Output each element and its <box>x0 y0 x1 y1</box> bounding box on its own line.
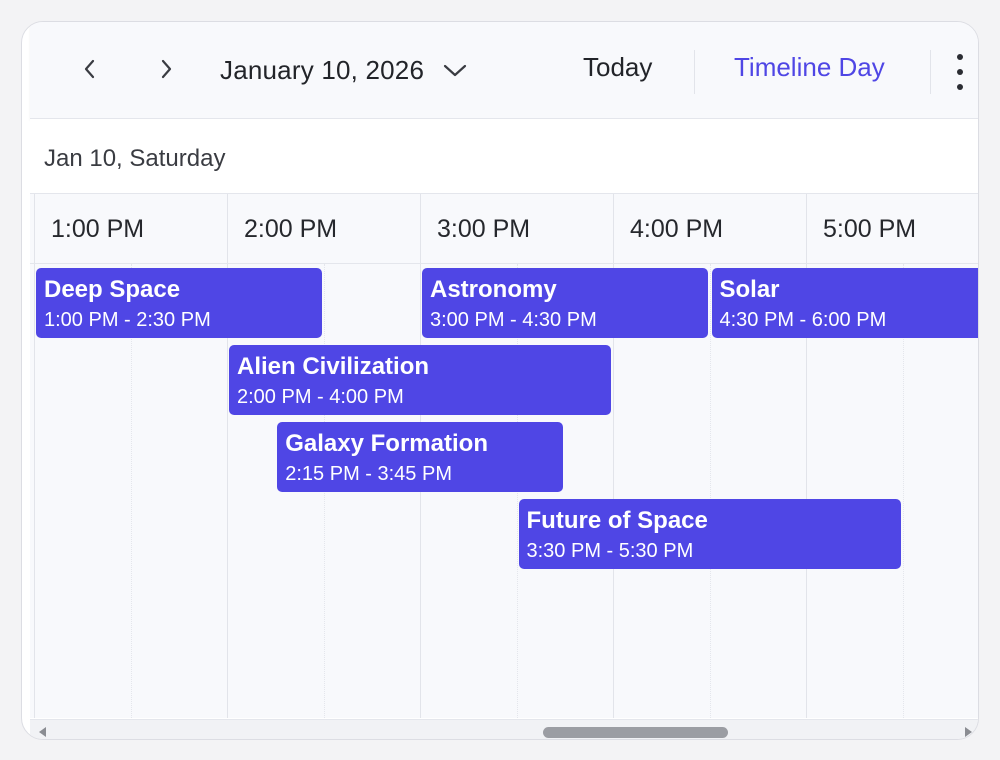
time-slot-header-cell: 1:00 PM <box>34 194 227 263</box>
today-button[interactable]: Today <box>583 52 652 83</box>
event-title: Deep Space <box>44 276 181 303</box>
toolbar-divider <box>930 50 931 94</box>
day-header: Jan 10, Saturday <box>30 119 978 194</box>
event-time: 3:30 PM - 5:30 PM <box>526 540 694 562</box>
day-label: Jan 10, Saturday <box>44 145 226 172</box>
time-slot-label: 1:00 PM <box>51 215 145 243</box>
horizontal-scrollbar[interactable] <box>30 719 978 739</box>
previous-button[interactable] <box>72 51 108 87</box>
date-range-dropdown[interactable]: January 10, 2026 <box>220 48 468 92</box>
event-title: Future of Space <box>526 507 708 534</box>
event-card[interactable]: Deep Space 1:00 PM - 2:30 PM <box>36 268 322 338</box>
time-slot-label: 5:00 PM <box>823 215 917 243</box>
event-title: Galaxy Formation <box>285 430 488 457</box>
scrollbar-thumb[interactable] <box>543 727 728 738</box>
event-card[interactable]: Astronomy 3:00 PM - 4:30 PM <box>422 268 708 338</box>
chevron-down-icon <box>442 62 468 78</box>
time-slot-label: 4:00 PM <box>630 215 724 243</box>
event-time: 2:15 PM - 3:45 PM <box>285 463 452 485</box>
event-time: 3:00 PM - 4:30 PM <box>430 309 597 331</box>
more-options-button[interactable] <box>953 54 967 90</box>
timeline-grid[interactable]: Deep Space 1:00 PM - 2:30 PM Astronomy 3:00… <box>30 264 978 718</box>
event-time: 2:00 PM - 4:00 PM <box>237 386 404 408</box>
scroll-right-icon[interactable] <box>965 727 972 737</box>
time-slot-label: 2:00 PM <box>244 215 338 243</box>
chevron-left-icon <box>84 59 95 79</box>
more-vertical-icon <box>957 54 963 60</box>
event-card[interactable]: Future of Space 3:30 PM - 5:30 PM <box>518 499 901 569</box>
event-time: 4:30 PM - 6:00 PM <box>719 309 887 331</box>
event-title: Astronomy <box>430 276 557 303</box>
event-title: Alien Civilization <box>237 353 430 380</box>
time-slot-header-cell: 3:00 PM <box>420 194 613 263</box>
hour-gridline <box>34 264 35 718</box>
scroll-left-icon[interactable] <box>39 727 46 737</box>
next-button[interactable] <box>148 51 184 87</box>
chevron-right-icon <box>161 59 172 79</box>
time-slot-label: 3:00 PM <box>437 215 531 243</box>
time-slot-header-cell: 5:00 PM <box>806 194 978 263</box>
event-card[interactable]: Alien Civilization 2:00 PM - 4:00 PM <box>229 345 611 415</box>
time-slot-header: 1:00 PM 2:00 PM 3:00 PM 4:00 PM 5:00 PM <box>30 194 978 264</box>
scheduler: January 10, 2026 Today Timeline Day Jan … <box>21 21 979 740</box>
event-card[interactable]: Solar 4:30 PM - 6:00 PM <box>711 268 978 338</box>
toolbar-divider <box>694 50 695 94</box>
current-date: January 10, 2026 <box>220 54 425 85</box>
time-slot-header-cell: 4:00 PM <box>613 194 806 263</box>
event-time: 1:00 PM - 2:30 PM <box>44 309 211 331</box>
scheduler-toolbar: January 10, 2026 Today Timeline Day <box>30 22 978 119</box>
timeline-day-view-button[interactable]: Timeline Day <box>734 52 885 83</box>
event-card[interactable]: Galaxy Formation 2:15 PM - 3:45 PM <box>277 422 563 492</box>
time-slot-header-cell: 2:00 PM <box>227 194 420 263</box>
event-title: Solar <box>719 276 780 303</box>
